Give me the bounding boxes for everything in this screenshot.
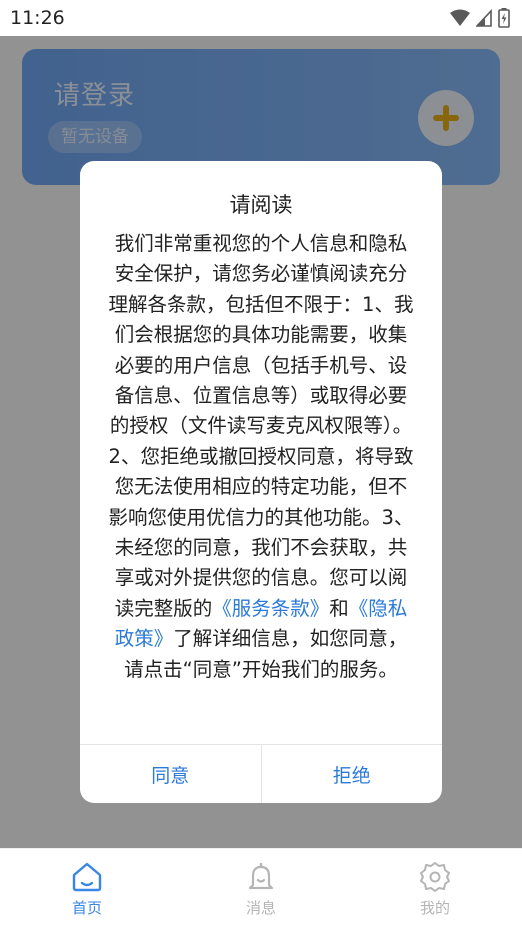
status-icons [450,8,510,28]
nav-item-messages[interactable]: 消息 [174,849,348,929]
nav-label-profile: 我的 [419,899,450,917]
reject-button[interactable]: 拒绝 [260,745,443,803]
wifi-icon [450,9,470,26]
agree-button[interactable]: 同意 [80,745,261,803]
bottom-nav: 首页 消息 我的 [0,848,522,929]
cellular-signal-icon [476,9,492,27]
dialog-body: 我们非常重视您的个人信息和隐私安全保护，请您务必谨慎阅读充分理解各条款，包括但不… [106,229,416,685]
status-bar: 11:26 [0,0,522,36]
nav-label-messages: 消息 [245,899,276,917]
nav-item-profile[interactable]: 我的 [348,849,522,929]
privacy-dialog: 请阅读 我们非常重视您的个人信息和隐私安全保护，请您务必谨慎阅读充分理解各条款，… [80,161,442,803]
and-text: 和 [329,596,349,620]
screen: 11:26 请登录 暂无设备 请阅读 我们非常重视您的个人信息和隐私安全保护，请… [0,0,522,929]
nav-label-home: 首页 [71,899,102,917]
bell-icon [248,862,274,890]
battery-icon [498,8,510,28]
status-time: 11:26 [10,7,65,29]
home-icon [72,862,102,892]
gear-icon [420,862,450,892]
dialog-title: 请阅读 [229,193,293,217]
terms-of-service-link[interactable]: 《服务条款》 [212,597,329,620]
dialog-footer: 同意 拒绝 [80,744,442,803]
nav-item-home[interactable]: 首页 [0,849,174,929]
privacy-text: 我们非常重视您的个人信息和隐私安全保护，请您务必谨慎阅读充分理解各条款，包括但不… [108,232,414,620]
